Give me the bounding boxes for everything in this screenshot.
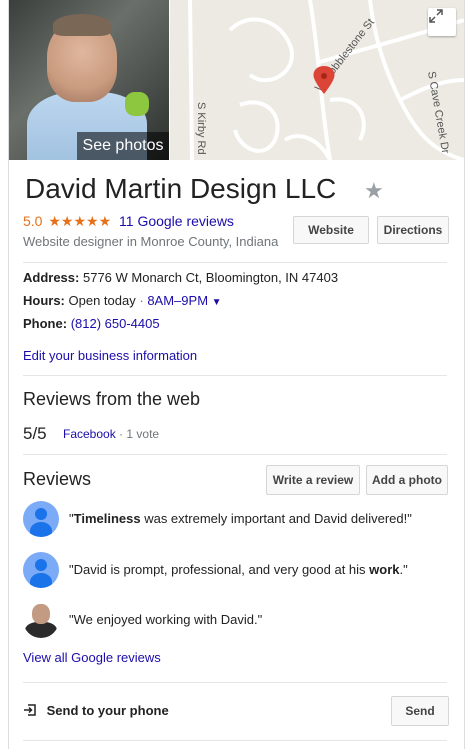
review-text: "Timeliness was extremely important and … — [69, 511, 412, 526]
review-text-part: was extremely important and David delive… — [140, 511, 412, 526]
vote-count: 1 vote — [126, 427, 160, 441]
web-reviews-heading: Reviews from the web — [23, 389, 201, 409]
review-highlight: Timeliness — [73, 511, 141, 526]
review-text-part: ." — [399, 562, 408, 577]
map-roads: W Cobblestone St S Cave Creek Dr S Kirby… — [170, 0, 464, 160]
hours-separator: · — [139, 293, 144, 308]
save-star-icon[interactable]: ★ — [364, 178, 384, 204]
reviewer-avatar — [23, 602, 59, 638]
rating-row: 5.0 ★★★★★ 11 Google reviews — [23, 213, 234, 230]
address-value[interactable]: 5776 W Monarch Ct, Bloomington, IN 47403 — [83, 270, 338, 285]
send-to-phone-label: Send to your phone — [46, 703, 169, 718]
send-to-phone-icon — [24, 704, 36, 716]
business-name: David Martin Design LLC — [25, 173, 337, 204]
rating-stars-icon: ★★★★★ — [48, 213, 112, 229]
google-reviews-link[interactable]: 11 Google reviews — [119, 213, 234, 229]
web-review-score: 5/5 — [23, 424, 47, 443]
phone-row: Phone: (812) 650-4405 — [23, 316, 160, 331]
review-text: "We enjoyed working with David." — [69, 612, 262, 627]
divider — [23, 262, 447, 263]
street-label: S Kirby Rd — [195, 102, 207, 155]
expand-icon — [429, 9, 443, 23]
rating-value: 5.0 — [23, 213, 43, 229]
knowledge-panel: See photos W Cobblestone St S Cave Creek… — [8, 0, 465, 749]
directions-button[interactable]: Directions — [377, 216, 449, 244]
map-pin-dot — [321, 73, 327, 79]
hours-label: Hours: — [23, 293, 65, 308]
facebook-link[interactable]: Facebook — [63, 427, 116, 441]
business-photo[interactable]: See photos — [9, 0, 169, 160]
business-category: Website designer in Monroe County, India… — [23, 234, 279, 249]
phone-label: Phone: — [23, 316, 68, 331]
vote-separator: · — [119, 427, 124, 441]
review-text-part: "David is prompt, professional, and very… — [69, 562, 370, 577]
divider — [23, 740, 447, 741]
person-hair — [53, 14, 111, 36]
view-all-reviews-link[interactable]: View all Google reviews — [23, 650, 161, 665]
see-photos-button[interactable]: See photos — [77, 132, 169, 160]
address-label: Address: — [23, 270, 80, 285]
review-highlight: work — [369, 562, 400, 577]
reviews-heading: Reviews — [23, 469, 92, 489]
location-map[interactable]: W Cobblestone St S Cave Creek Dr S Kirby… — [170, 0, 464, 160]
divider — [23, 682, 447, 683]
hours-row: Hours: Open today · 8AM–9PM ▼ — [23, 293, 222, 308]
send-button[interactable]: Send — [391, 696, 449, 726]
review-text-part: "We enjoyed working with David." — [69, 612, 263, 627]
hours-status: Open today — [68, 293, 136, 308]
edit-business-link[interactable]: Edit your business information — [23, 348, 197, 363]
hours-dropdown-icon[interactable]: ▼ — [212, 297, 222, 308]
website-button[interactable]: Website — [293, 216, 369, 244]
review-text: "David is prompt, professional, and very… — [69, 562, 408, 577]
divider — [23, 375, 447, 376]
hours-value[interactable]: 8AM–9PM — [147, 293, 208, 308]
address-row: Address: 5776 W Monarch Ct, Bloomington,… — [23, 270, 338, 285]
send-to-phone-row: Send to your phone — [23, 703, 169, 718]
default-avatar-icon — [23, 552, 59, 588]
phone-link[interactable]: (812) 650-4405 — [71, 316, 160, 331]
add-photo-button[interactable]: Add a photo — [366, 465, 448, 495]
write-review-button[interactable]: Write a review — [266, 465, 360, 495]
divider — [23, 454, 447, 455]
plant-decoration — [125, 92, 149, 116]
expand-map-button[interactable] — [428, 8, 456, 36]
default-avatar-icon — [23, 501, 59, 537]
web-review-source-row: Facebook · 1 vote — [63, 427, 159, 441]
